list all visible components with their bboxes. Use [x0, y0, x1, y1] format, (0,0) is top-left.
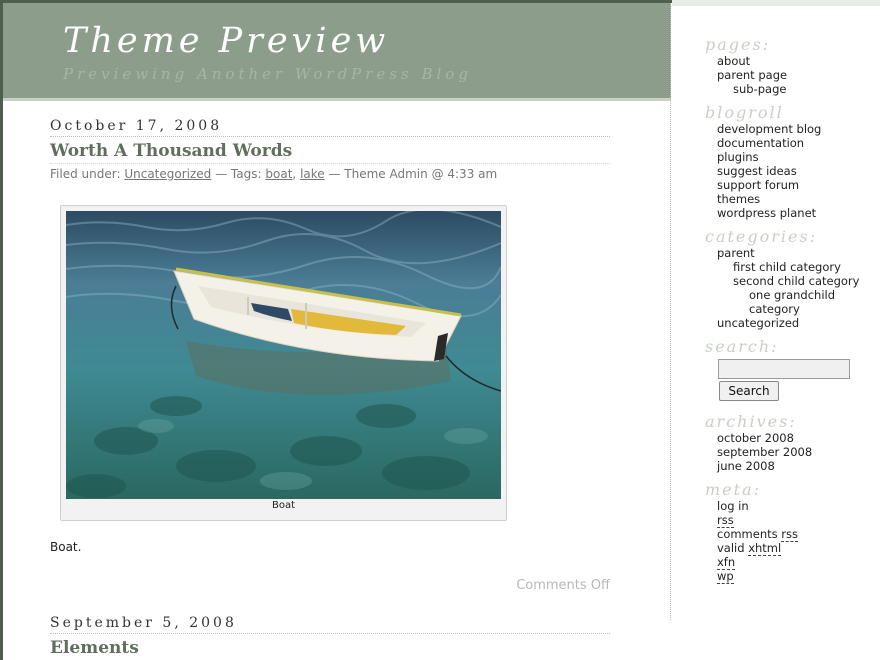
category-link-continuation[interactable]: category: [717, 302, 865, 316]
valid-xhtml-item: valid xhtml: [717, 541, 865, 556]
blogroll-link[interactable]: themes: [717, 192, 865, 206]
comments-rss-item: comments rss: [717, 527, 865, 542]
archive-link[interactable]: september 2008: [717, 445, 865, 459]
archives-list: october 2008 september 2008 june 2008: [717, 431, 865, 473]
valid-label[interactable]: valid: [717, 541, 745, 555]
post: October 17, 2008 Worth A Thousand Words …: [50, 118, 610, 593]
site-header: Theme Preview Previewing Another WordPre…: [3, 3, 671, 101]
comments-label[interactable]: comments: [717, 527, 778, 541]
category-link[interactable]: first child category: [717, 260, 865, 274]
pages-widget-title: pages:: [705, 35, 771, 54]
blogroll-link[interactable]: wordpress planet: [717, 206, 865, 220]
search-widget-title: search:: [705, 337, 779, 356]
post-title[interactable]: Worth A Thousand Words: [50, 141, 610, 164]
page-link[interactable]: parent page: [717, 68, 865, 82]
meta-list: log in rss comments rss valid xhtml xfn …: [717, 499, 865, 584]
xfn-link[interactable]: xfn: [717, 555, 736, 570]
category-link[interactable]: parent: [717, 246, 865, 260]
blogroll-link[interactable]: documentation: [717, 136, 865, 150]
archive-link[interactable]: october 2008: [717, 431, 865, 445]
search-button[interactable]: Search: [719, 381, 779, 401]
post-title[interactable]: Elements: [50, 638, 610, 660]
blogroll-link[interactable]: suggest ideas: [717, 164, 865, 178]
archives-widget-title: archives:: [705, 412, 797, 431]
xfn-item: xfn: [717, 555, 865, 570]
post-byline: — Theme Admin @ 4:33 am: [328, 167, 498, 181]
post-meta: Filed under: Uncategorized — Tags: boat,…: [50, 167, 610, 181]
category-link[interactable]: uncategorized: [717, 316, 865, 330]
rss-link[interactable]: rss: [717, 513, 734, 528]
category-link[interactable]: second child category: [717, 274, 865, 288]
blogroll-link[interactable]: development blog: [717, 122, 865, 136]
blogroll-list: development blog documentation plugins s…: [717, 122, 865, 220]
rss-link-item: rss: [717, 513, 865, 528]
main-content: October 17, 2008 Worth A Thousand Words …: [50, 118, 610, 658]
blogroll-widget-title: blogroll: [705, 103, 784, 122]
page-link[interactable]: about: [717, 54, 865, 68]
blogroll-link[interactable]: support forum: [717, 178, 865, 192]
categories-widget-title: categories:: [705, 227, 818, 246]
category-link[interactable]: one grandchild: [717, 288, 865, 302]
comments-rss-link[interactable]: rss: [781, 527, 799, 542]
login-link[interactable]: log in: [717, 499, 865, 513]
page-link[interactable]: sub-page: [717, 82, 865, 96]
pages-list: about parent page sub-page: [717, 54, 865, 96]
filed-under-label: Filed under:: [50, 167, 121, 181]
wp-link[interactable]: wp: [717, 569, 734, 584]
category-link[interactable]: Uncategorized: [124, 167, 211, 181]
blogroll-link[interactable]: plugins: [717, 150, 865, 164]
meta-widget-title: meta:: [705, 480, 761, 499]
post-date: October 17, 2008: [50, 118, 610, 137]
search-input[interactable]: [718, 359, 850, 379]
sidebar-divider: [670, 3, 671, 620]
wp-item: wp: [717, 569, 865, 584]
tag-link-boat[interactable]: boat: [265, 167, 292, 181]
tag-link-lake[interactable]: lake: [300, 167, 325, 181]
comments-status: Comments Off: [516, 578, 610, 593]
archive-link[interactable]: june 2008: [717, 459, 865, 473]
xhtml-link[interactable]: xhtml: [748, 541, 782, 556]
sidebar: pages: about parent page sub-page blogro…: [705, 36, 865, 591]
site-title[interactable]: Theme Preview: [63, 21, 389, 61]
post-body: Boat.: [50, 540, 82, 554]
sidebar-top-bar: [672, 0, 880, 6]
image-figure: Boat: [60, 205, 507, 521]
site-description: Previewing Another WordPress Blog: [63, 65, 472, 83]
boat-photo[interactable]: [66, 211, 501, 499]
image-caption: Boat: [271, 500, 296, 511]
tags-label: — Tags:: [215, 167, 262, 181]
post-date: September 5, 2008: [50, 615, 610, 634]
post: September 5, 2008 Elements: [50, 615, 610, 660]
categories-list: parent first child category second child…: [717, 246, 865, 330]
tag-separator: ,: [292, 167, 297, 181]
